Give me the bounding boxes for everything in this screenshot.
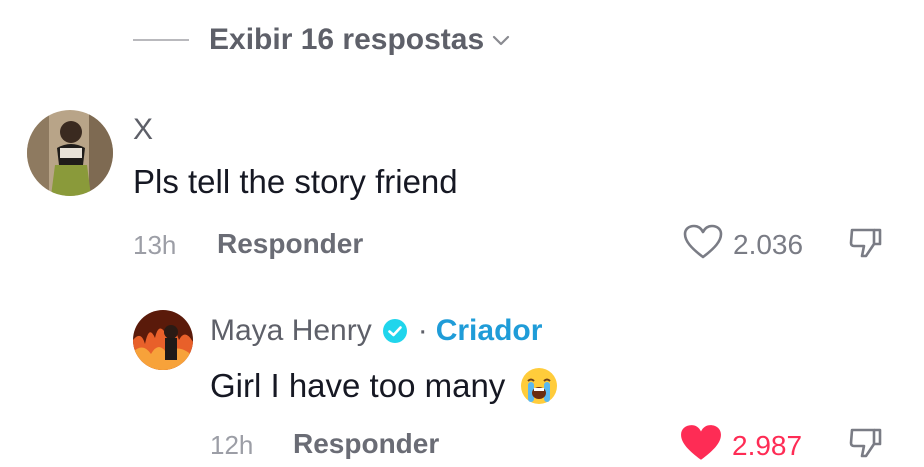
like-button[interactable]: 2.036 — [683, 224, 803, 265]
like-button[interactable]: 2.987 — [680, 424, 802, 467]
divider-line — [133, 39, 189, 41]
comment-text-content: Girl I have too many — [210, 367, 506, 404]
dislike-button[interactable] — [846, 224, 886, 264]
view-replies-toggle[interactable]: Exibir 16 respostas — [133, 18, 512, 62]
comment-timestamp: 12h — [210, 430, 254, 460]
view-replies-label: Exibir 16 respostas — [209, 23, 485, 56]
dislike-button[interactable] — [846, 424, 886, 464]
reply-button[interactable]: Responder — [217, 228, 363, 260]
comment-text: Girl I have too many — [210, 366, 559, 406]
loudly-crying-face-icon — [519, 366, 559, 406]
chevron-down-icon — [490, 29, 512, 51]
thumbs-down-icon — [848, 424, 884, 465]
avatar[interactable] — [133, 310, 193, 370]
comment-text: Pls tell the story friend — [133, 163, 458, 200]
heart-outline-icon — [683, 224, 723, 265]
reply-button[interactable]: Responder — [293, 428, 439, 460]
heart-filled-icon — [680, 424, 722, 467]
like-count: 2.036 — [733, 228, 804, 260]
comment-username[interactable]: X — [133, 113, 153, 147]
creator-label: Criador — [435, 314, 543, 347]
separator-dot: · — [417, 314, 428, 347]
avatar[interactable] — [27, 110, 113, 196]
creator-name[interactable]: Maya Henry — [210, 314, 372, 348]
thumbs-down-icon — [848, 224, 884, 265]
like-count: 2.987 — [732, 429, 803, 461]
verified-badge-icon — [382, 318, 408, 344]
comment-username: Maya Henry · Criador — [210, 314, 542, 348]
comment-timestamp: 13h — [133, 230, 177, 260]
